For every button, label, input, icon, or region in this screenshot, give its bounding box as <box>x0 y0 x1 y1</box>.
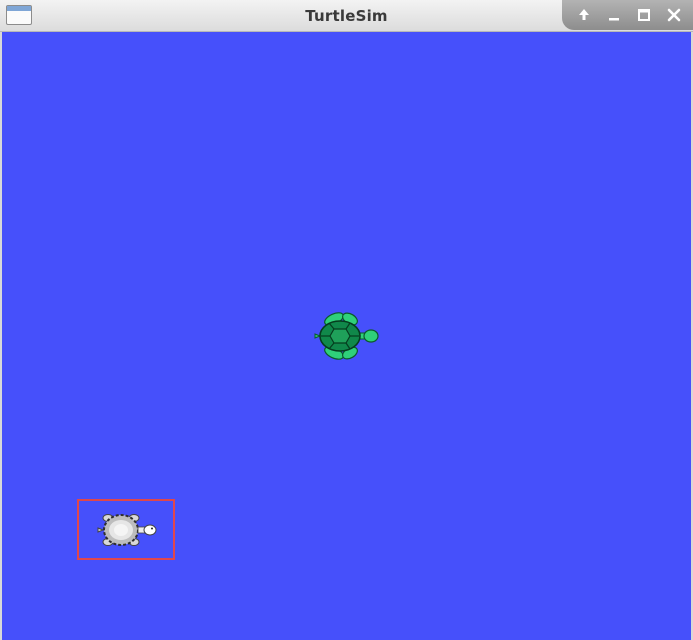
up-arrow-icon[interactable] <box>574 5 594 25</box>
highlight-box <box>77 499 175 560</box>
title-bar[interactable]: TurtleSim <box>0 0 693 32</box>
green-turtle-icon <box>314 309 382 368</box>
minimize-icon[interactable] <box>604 5 624 25</box>
turtlesim-window: TurtleSim <box>0 0 693 640</box>
turtle-canvas[interactable] <box>0 32 693 640</box>
close-icon[interactable] <box>664 5 684 25</box>
maximize-icon[interactable] <box>634 5 654 25</box>
window-controls <box>562 0 693 30</box>
